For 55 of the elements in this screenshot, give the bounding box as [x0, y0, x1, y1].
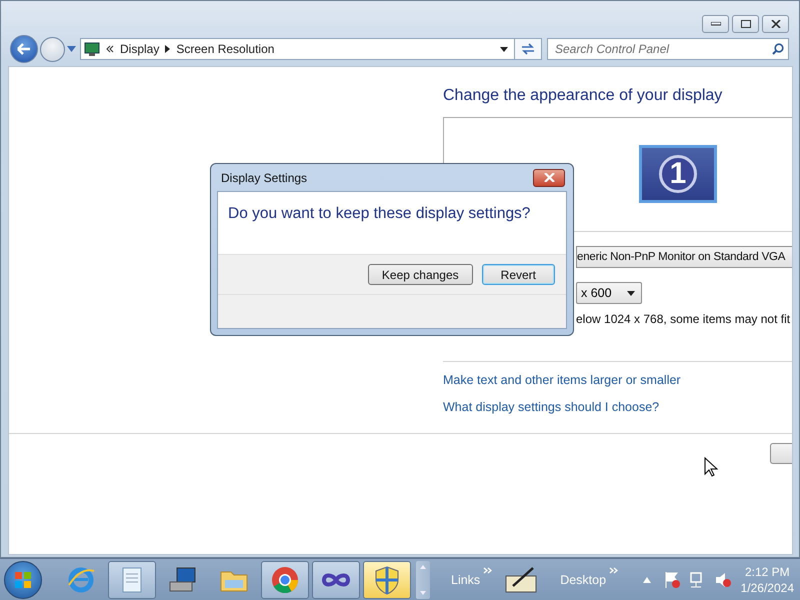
close-icon	[544, 173, 554, 182]
resolution-dropdown[interactable]: x 600	[576, 282, 642, 304]
caret-icon	[627, 290, 635, 296]
dialog-button[interactable]: Keep changes	[368, 264, 473, 285]
dialog-title: Display Settings	[220, 170, 308, 184]
resolution-note: elow 1024 x 768, some items may not fit	[576, 312, 790, 326]
double-chevron-icon[interactable]	[483, 567, 492, 574]
refresh-icon	[520, 42, 536, 56]
close-icon	[770, 20, 780, 28]
partial-button[interactable]	[770, 443, 792, 464]
dialog-question: Do you want to keep these display settings?	[228, 205, 530, 222]
back-button[interactable]	[10, 35, 38, 63]
close-button[interactable]	[762, 15, 789, 33]
chrome-icon	[270, 564, 300, 594]
minimize-icon	[710, 22, 720, 26]
start-button[interactable]	[4, 560, 42, 598]
address-bar[interactable]: Display Screen Resolution	[80, 38, 515, 60]
maximize-button[interactable]	[732, 15, 759, 33]
double-chevron-icon[interactable]	[609, 567, 618, 574]
back-arrow-icon	[17, 43, 31, 55]
taskbar-app-button[interactable]	[363, 560, 411, 598]
taskbar-app-button[interactable]	[312, 560, 360, 598]
up-arrow-icon	[420, 564, 426, 568]
clock-date: 1/26/2024	[740, 580, 794, 596]
display-dropdown[interactable]: eneric Non-PnP Monitor on Standard VGA	[576, 246, 792, 268]
flag-icon[interactable]	[664, 570, 680, 588]
taskbar-app-button[interactable]	[261, 560, 309, 598]
search-icon	[772, 43, 784, 55]
search-field[interactable]: Search Control Panel	[547, 38, 789, 60]
letter-e-icon	[66, 564, 96, 594]
help-link[interactable]: Make text and other items larger or smaller	[443, 373, 681, 387]
clock-time: 2:12 PM	[744, 564, 790, 580]
refresh-button[interactable]	[515, 38, 542, 60]
forward-button[interactable]	[40, 36, 65, 62]
minimize-button[interactable]	[702, 15, 729, 33]
mouse-cursor-icon	[704, 457, 718, 477]
help-link[interactable]: What display settings should I choose?	[443, 400, 660, 414]
taskbar-app-button[interactable]	[108, 560, 156, 598]
up-arrow-icon[interactable]	[643, 576, 652, 582]
down-arrow-icon	[420, 590, 426, 594]
monitor-icon	[84, 42, 100, 56]
double-chevron-icon	[106, 45, 114, 53]
dialog-button[interactable]: Revert	[482, 264, 555, 285]
shield-icon	[374, 564, 400, 594]
pen-tablet-icon	[505, 566, 540, 594]
speaker-icon[interactable]	[714, 570, 732, 588]
windows-logo-icon	[14, 570, 32, 588]
page-heading: Change the appearance of your display	[443, 86, 724, 106]
breadcrumb[interactable]: Display	[120, 42, 160, 56]
caret-icon[interactable]	[500, 46, 508, 52]
chevron-icon	[165, 45, 170, 53]
monitor-number: 1	[659, 155, 697, 193]
breadcrumb[interactable]: Screen Resolution	[176, 42, 274, 56]
dialog-close-button[interactable]	[533, 168, 565, 186]
computer-icon	[168, 566, 198, 594]
